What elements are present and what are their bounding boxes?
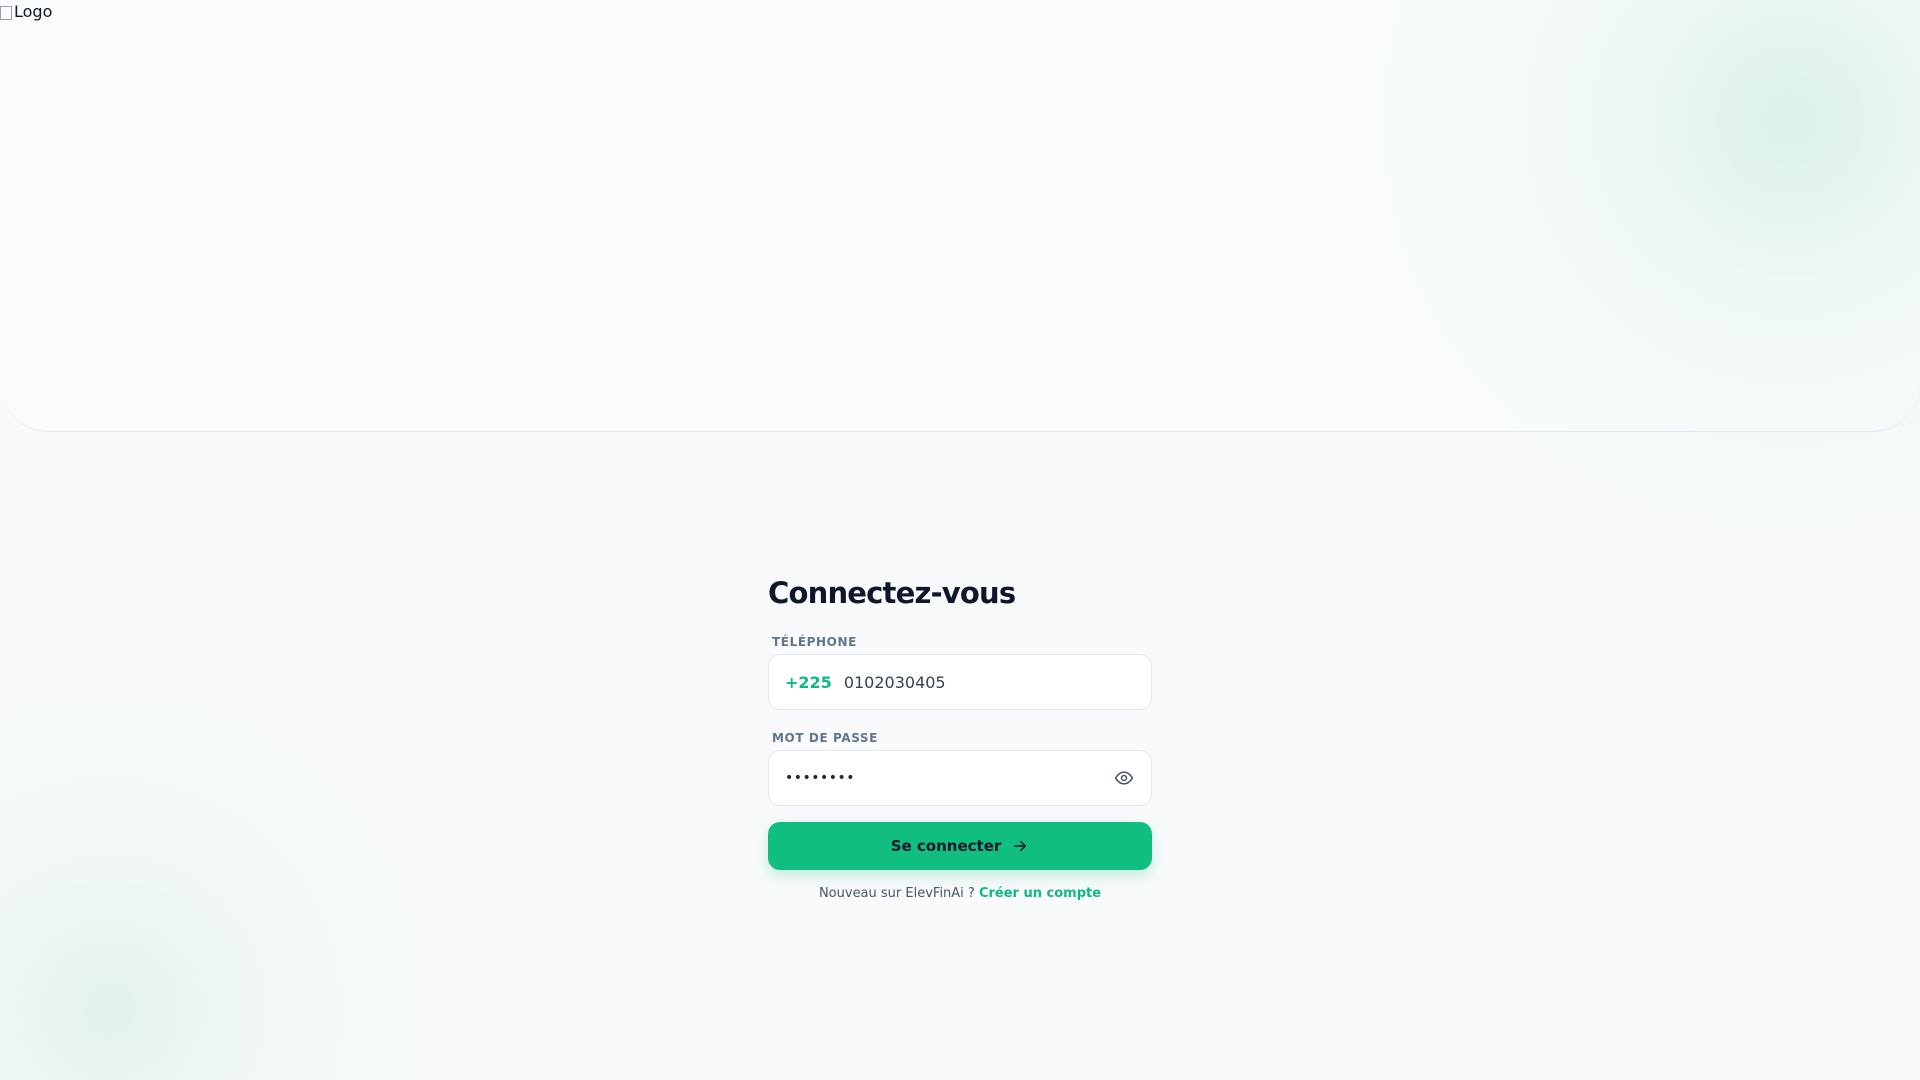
signup-text: Nouveau sur ElevFinAi ? bbox=[818, 886, 975, 901]
phone-input[interactable]: 0102030405 bbox=[844, 673, 1135, 692]
password-field[interactable]: •••••••• bbox=[768, 750, 1152, 806]
logo: Logo bbox=[0, 2, 52, 21]
phone-field[interactable]: +225 0102030405 bbox=[768, 654, 1152, 710]
country-code: +225 bbox=[785, 672, 832, 692]
login-button-label: Se connecter bbox=[890, 837, 1002, 855]
arrow-right-icon bbox=[1011, 837, 1029, 855]
login-form: Connectez-vous TÉLÉPHONE +225 0102030405… bbox=[768, 570, 1152, 901]
logo-alt-text: Logo bbox=[14, 2, 53, 21]
broken-image-icon bbox=[0, 5, 12, 20]
login-page: Logo Connectez-vous TÉLÉPHONE +225 01020… bbox=[0, 0, 1920, 1080]
password-label: MOT DE PASSE bbox=[772, 731, 878, 745]
signup-prompt: Nouveau sur ElevFinAi ? Créer un compte bbox=[768, 886, 1152, 901]
login-button[interactable]: Se connecter bbox=[768, 822, 1152, 870]
password-input[interactable]: •••••••• bbox=[785, 770, 1113, 786]
phone-label: TÉLÉPHONE bbox=[772, 635, 857, 649]
hero-banner: Logo bbox=[0, 0, 1920, 432]
eye-icon[interactable] bbox=[1113, 767, 1135, 789]
create-account-link[interactable]: Créer un compte bbox=[979, 886, 1101, 901]
page-title: Connectez-vous bbox=[768, 576, 1016, 610]
